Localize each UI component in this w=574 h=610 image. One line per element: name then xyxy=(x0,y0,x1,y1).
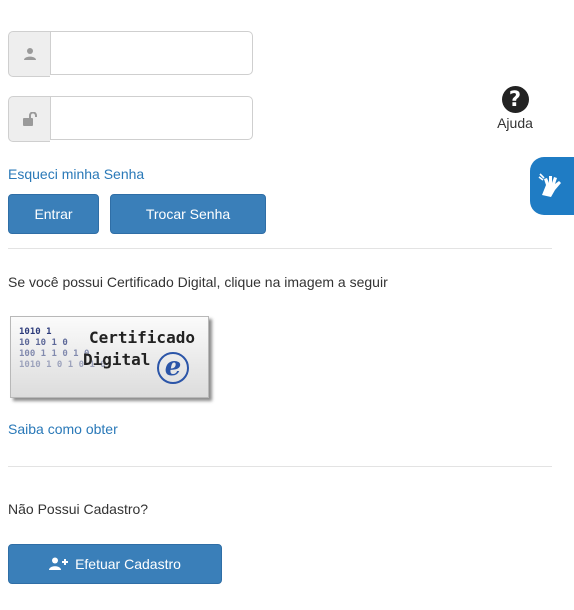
user-plus-icon xyxy=(49,557,69,570)
help-label: Ajuda xyxy=(497,115,533,131)
register-button-label: Efetuar Cadastro xyxy=(75,556,181,572)
user-icon xyxy=(8,31,50,77)
certificate-intro-text: Se você possui Certificado Digital, cliq… xyxy=(8,274,388,290)
divider xyxy=(8,248,552,249)
digital-certificate-image[interactable]: 1010 1 10 10 1 0 100 1 1 0 1 0 1010 1 0 … xyxy=(10,316,209,398)
enter-button[interactable]: Entrar xyxy=(8,194,99,234)
register-question-text: Não Possui Cadastro? xyxy=(8,501,149,517)
change-password-button[interactable]: Trocar Senha xyxy=(110,194,266,234)
help-button[interactable]: ? Ajuda xyxy=(491,86,539,131)
username-input-group xyxy=(8,31,253,77)
unlock-icon xyxy=(8,96,50,142)
sign-language-icon xyxy=(538,173,561,197)
certificate-title-line2: Digital xyxy=(83,350,151,369)
question-circle-icon: ? xyxy=(501,86,529,113)
divider xyxy=(8,466,552,467)
password-input-group xyxy=(8,96,253,142)
password-field[interactable] xyxy=(50,96,253,140)
how-to-obtain-link[interactable]: Saiba como obter xyxy=(8,421,118,437)
certificate-title-line1: Certificado xyxy=(89,328,195,347)
certificate-e-icon: e xyxy=(157,352,189,384)
register-button[interactable]: Efetuar Cadastro xyxy=(8,544,222,584)
username-field[interactable] xyxy=(50,31,253,75)
forgot-password-link[interactable]: Esqueci minha Senha xyxy=(8,166,144,182)
accessibility-button[interactable] xyxy=(530,157,574,215)
